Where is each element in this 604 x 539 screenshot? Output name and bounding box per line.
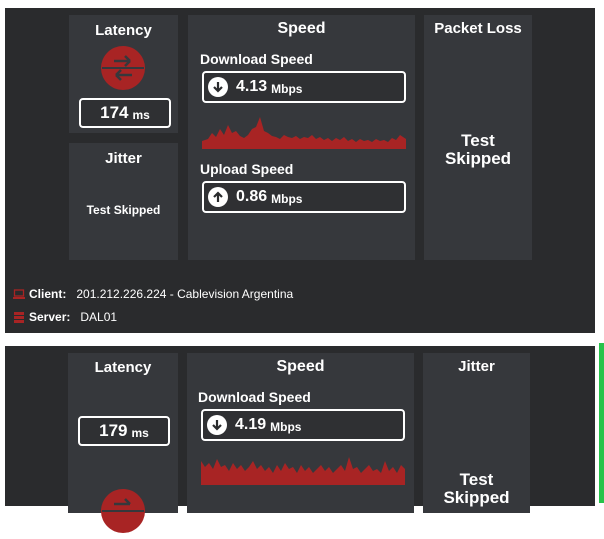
latency-value: 174 [100, 103, 129, 122]
upload-speed-label: Upload Speed [200, 161, 294, 177]
speedtest-result-panel-1: Latency 174 ms Jitter Test Skipped Speed… [5, 8, 595, 333]
download-speed-unit: Mbps [271, 81, 303, 96]
packet-loss-card: Packet Loss Test Skipped [424, 15, 532, 260]
client-info: Client: 201.212.226.224 - Cablevision Ar… [13, 287, 293, 301]
download-speed-unit-2: Mbps [270, 419, 302, 434]
packet-loss-title: Packet Loss [434, 20, 522, 37]
packet-loss-status: Test Skipped [424, 132, 532, 168]
latency-value-box-2: 179 ms [78, 416, 170, 446]
jitter-status-2-line1: Test [459, 470, 494, 489]
packet-loss-status-line2: Skipped [444, 149, 512, 168]
jitter-title-2: Jitter [458, 358, 495, 375]
jitter-status-2: Test Skipped [423, 471, 530, 507]
latency-title: Latency [95, 22, 152, 39]
download-speed-box-2: 4.19 Mbps [201, 409, 405, 441]
speed-card-2: Speed Download Speed 4.19 Mbps [187, 353, 414, 513]
speed-title: Speed [277, 20, 326, 37]
speed-card: Speed Download Speed 4.13 Mbps Upload Sp… [188, 15, 415, 260]
upload-speed-value: 0.86 [236, 188, 268, 205]
speedtest-result-panel-2: Latency 179 ms Speed Download Speed 4.19… [5, 346, 595, 533]
packet-loss-status-line1: Test [461, 131, 495, 150]
client-label: Client: [29, 287, 67, 301]
upload-speed-box: 0.86 Mbps [202, 181, 406, 213]
jitter-title: Jitter [105, 150, 142, 167]
status-indicator-bar [599, 343, 604, 503]
latency-icon [100, 45, 146, 96]
server-info: Server: DAL01 [13, 310, 117, 324]
upload-arrow-icon [208, 187, 228, 207]
server-icon [14, 311, 24, 323]
laptop-icon [13, 288, 25, 299]
server-value: DAL01 [80, 310, 118, 324]
jitter-card: Jitter Test Skipped [69, 143, 178, 260]
speed-title-2: Speed [276, 358, 325, 375]
download-speed-value: 4.13 [236, 78, 268, 95]
download-speed-box: 4.13 Mbps [202, 71, 406, 103]
jitter-status: Test Skipped [86, 203, 161, 217]
server-label: Server: [29, 310, 71, 324]
latency-card: Latency 174 ms [69, 15, 178, 133]
latency-unit: ms [132, 107, 150, 122]
latency-title-2: Latency [94, 359, 152, 376]
download-arrow-icon-2 [207, 415, 227, 435]
client-value: 201.212.226.224 - Cablevision Argentina [76, 287, 294, 301]
latency-unit-2: ms [131, 425, 149, 440]
download-speed-label: Download Speed [200, 51, 313, 67]
download-speed-label-2: Download Speed [198, 389, 311, 405]
download-speed-value-2: 4.19 [235, 416, 267, 433]
upload-speed-unit: Mbps [271, 191, 303, 206]
download-arrow-icon [208, 77, 228, 97]
latency-icon-2 [100, 488, 146, 539]
download-speed-graph-2 [201, 447, 405, 490]
jitter-status-2-line2: Skipped [443, 488, 510, 507]
latency-card-2: Latency 179 ms [68, 353, 178, 533]
latency-value-box: 174 ms [79, 98, 171, 128]
download-speed-graph [202, 111, 406, 154]
latency-value-2: 179 [99, 421, 128, 440]
jitter-card-2: Jitter Test Skipped [423, 353, 530, 513]
